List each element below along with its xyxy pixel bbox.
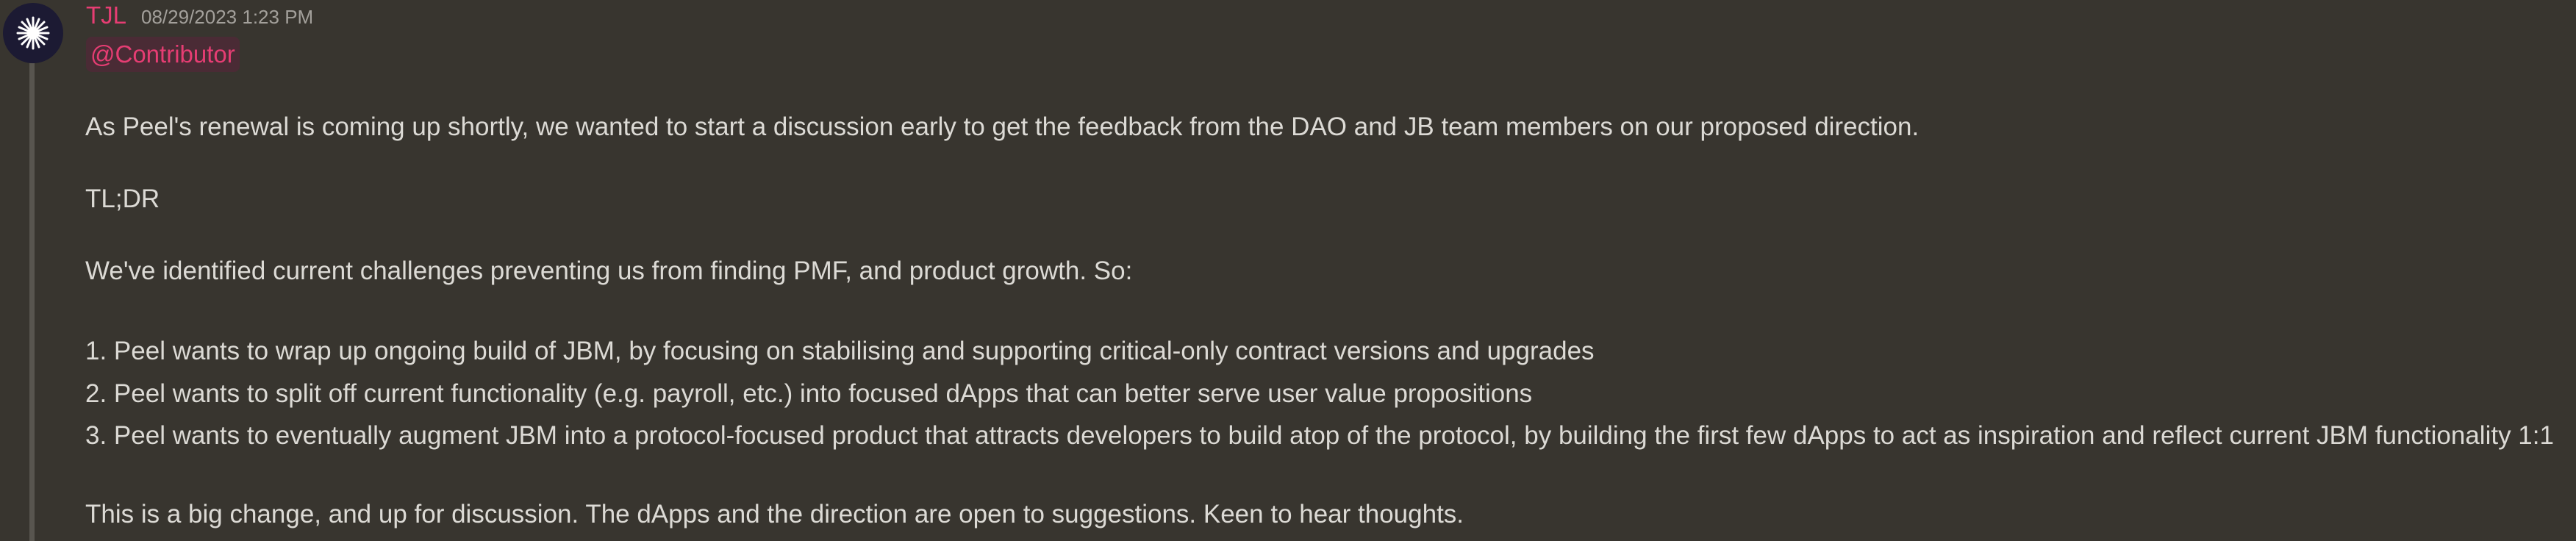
message-list-item-2: 2. Peel wants to split off current funct… (85, 379, 1533, 408)
star-burst-icon (16, 16, 50, 50)
message-list-item-3: 3. Peel wants to eventually augment JBM … (85, 421, 2554, 450)
message-line-intro: As Peel's renewal is coming up shortly, … (85, 112, 1920, 141)
thread-line (29, 63, 35, 541)
message-line-challenges: We've identified current challenges prev… (85, 257, 1133, 285)
message-line-tldr: TL;DR (85, 184, 160, 213)
message-list-item-1: 1. Peel wants to wrap up ongoing build o… (85, 337, 1595, 365)
message-timestamp: 08/29/2023 1:23 PM (141, 6, 314, 28)
user-avatar[interactable] (3, 3, 63, 63)
role-mention[interactable]: @Contributor (86, 37, 240, 72)
message-line-closing: This is a big change, and up for discuss… (85, 500, 1464, 529)
message-header: TJL 08/29/2023 1:23 PM (86, 1, 313, 37)
author-username[interactable]: TJL (86, 1, 126, 29)
